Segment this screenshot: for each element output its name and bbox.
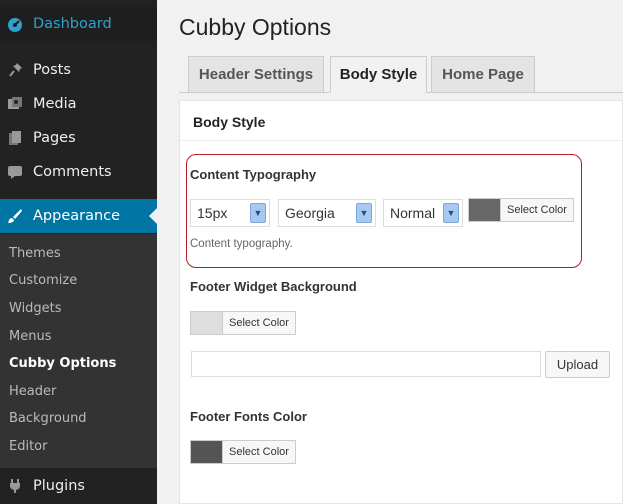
color-swatch [191,441,223,463]
font-size-value: 15px [197,205,228,221]
menu-label: Dashboard [33,16,112,32]
menu-label: Comments [33,164,112,180]
font-weight-value: Normal [390,205,436,221]
font-size-select[interactable]: 15px ▼ [190,199,270,227]
submenu-background[interactable]: Background [9,409,87,429]
submenu-header[interactable]: Header [9,382,56,402]
select-color-label: Select Color [507,204,567,216]
main-content: Cubby Options Header Settings Body Style… [157,0,623,504]
color-swatch [191,312,223,334]
footer-fonts-color-label: Footer Fonts Color [190,409,307,424]
page-title: Cubby Options [179,14,332,40]
plug-icon [7,478,23,494]
menu-plugins[interactable]: Plugins [0,469,157,503]
footer-bg-color-button[interactable]: Select Color [190,311,296,335]
appearance-submenu: Themes Customize Widgets Menus Cubby Opt… [0,234,157,468]
comment-icon [7,164,23,180]
font-weight-select[interactable]: Normal ▼ [383,199,463,227]
footer-fonts-color-button[interactable]: Select Color [190,440,296,464]
footer-bg-image-input[interactable] [191,351,541,377]
panel-title: Body Style [193,114,266,130]
font-family-value: Georgia [285,205,335,221]
select-color-label: Select Color [229,317,289,329]
menu-media[interactable]: Media [0,87,157,121]
menu-label: Posts [33,62,71,78]
chevron-down-icon: ▼ [250,203,266,223]
typography-color-button[interactable]: Select Color [468,198,574,222]
menu-label: Pages [33,130,76,146]
media-icon [7,96,23,112]
pages-icon [7,130,23,146]
tab-body-style[interactable]: Body Style [330,56,427,93]
admin-sidebar: Dashboard Posts Media Pages Comments App… [0,0,157,504]
select-color-label: Select Color [229,446,289,458]
submenu-themes[interactable]: Themes [9,244,61,264]
footer-widget-bg-label: Footer Widget Background [190,279,357,294]
chevron-down-icon: ▼ [443,203,459,223]
content-typography-label: Content Typography [190,167,317,182]
typography-description: Content typography. [190,238,293,250]
menu-label: Plugins [33,478,85,494]
submenu-cubby-options[interactable]: Cubby Options [9,354,116,374]
chevron-down-icon: ▼ [356,203,372,223]
tab-home-page[interactable]: Home Page [431,56,535,93]
menu-label: Appearance [33,208,121,224]
menu-posts[interactable]: Posts [0,53,157,87]
color-swatch [469,199,501,221]
panel-header: Body Style [180,101,623,141]
menu-dashboard[interactable]: Dashboard [0,7,157,41]
menu-appearance[interactable]: Appearance [0,199,157,233]
pin-icon [7,62,23,78]
tab-header-settings[interactable]: Header Settings [188,56,324,93]
submenu-customize[interactable]: Customize [9,271,77,291]
submenu-editor[interactable]: Editor [9,437,47,457]
brush-icon [7,208,23,224]
dashboard-icon [7,16,23,32]
submenu-widgets[interactable]: Widgets [9,299,62,319]
menu-label: Media [33,96,77,112]
submenu-menus[interactable]: Menus [9,327,51,347]
font-family-select[interactable]: Georgia ▼ [278,199,376,227]
menu-comments[interactable]: Comments [0,155,157,189]
upload-button[interactable]: Upload [545,351,610,378]
menu-pages[interactable]: Pages [0,121,157,155]
